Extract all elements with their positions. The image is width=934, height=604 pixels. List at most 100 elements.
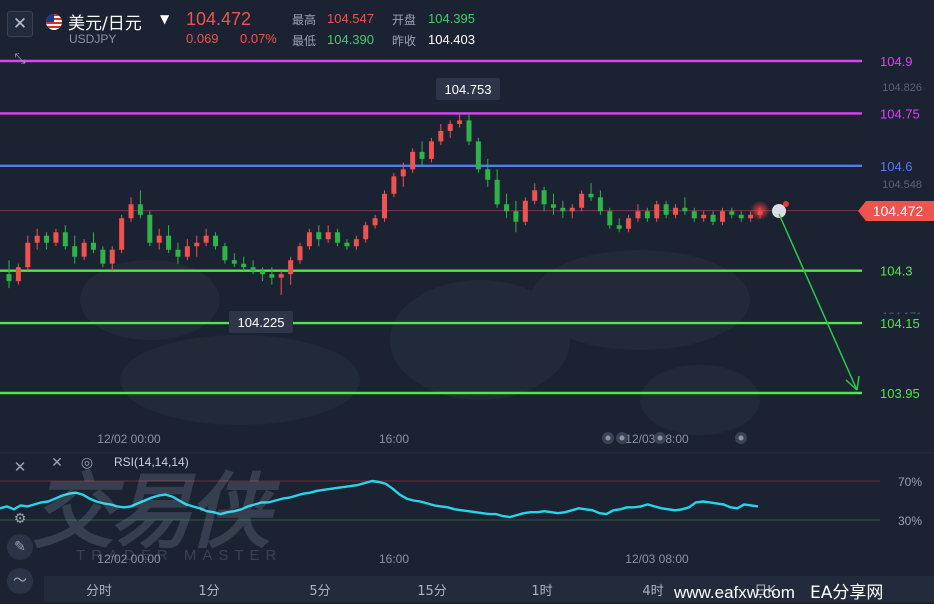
candle-body bbox=[485, 169, 491, 180]
candle-body bbox=[738, 214, 744, 219]
timeframe-tab[interactable]: 5分 bbox=[300, 580, 340, 599]
quote-header: ✕ 美元/日元 ▼ USDJPY 104.472 0.069 0.07% 最高 … bbox=[0, 0, 934, 50]
candle-body bbox=[316, 232, 322, 240]
candle-body bbox=[438, 130, 444, 142]
candle-body bbox=[569, 207, 575, 212]
high-marker: 104.753 bbox=[436, 78, 500, 100]
level-label: 104.75 bbox=[880, 106, 920, 121]
price-change: 0.069 bbox=[186, 31, 219, 46]
level-label: 103.95 bbox=[880, 386, 920, 401]
candle-body bbox=[72, 246, 78, 257]
price-tag-text: 104.472 bbox=[873, 203, 924, 219]
candle-body bbox=[588, 193, 594, 198]
draw-tool-button[interactable]: ✎ bbox=[7, 534, 33, 560]
nav-dot-core bbox=[657, 435, 663, 441]
candle-body bbox=[457, 120, 463, 124]
candle-body bbox=[673, 207, 679, 215]
candle-body bbox=[419, 151, 425, 159]
low-marker-text: 104.225 bbox=[238, 315, 285, 330]
level-label: 104.15 bbox=[880, 316, 920, 331]
open-value: 104.395 bbox=[428, 11, 475, 26]
candle-body bbox=[203, 235, 209, 243]
candle-body bbox=[400, 169, 406, 177]
collapse-arrows-icon: ⤡ bbox=[14, 51, 26, 67]
rsi-settings-icon[interactable]: ◎ bbox=[78, 454, 96, 472]
candle-body bbox=[410, 151, 416, 170]
candle-body bbox=[626, 218, 632, 229]
high-marker-text: 104.753 bbox=[445, 82, 492, 97]
rsi-line bbox=[0, 479, 759, 519]
candle-body bbox=[363, 225, 369, 240]
candle-body bbox=[353, 239, 359, 247]
candle-body bbox=[100, 249, 106, 264]
rsi-panel: RSI(14,14,14) 70% 30% bbox=[0, 452, 934, 528]
time-axis: 12/02 00:00 12/02 00:00 16:00 16:00 12/03 08… bbox=[97, 432, 747, 566]
price-chart[interactable]: 104.826104.548104.171104.9104.75104.6104… bbox=[0, 0, 934, 604]
rsi-30-label: 30% bbox=[898, 514, 922, 528]
candle-body bbox=[522, 200, 528, 222]
close-button[interactable]: ✕ bbox=[7, 11, 33, 37]
candle-body bbox=[241, 263, 247, 268]
footer-site-name: EA分享网 bbox=[810, 583, 884, 603]
candle-body bbox=[691, 211, 697, 219]
candle-body bbox=[447, 123, 453, 131]
candle-body bbox=[213, 235, 219, 247]
candle-body bbox=[541, 190, 547, 205]
candle-body bbox=[147, 214, 153, 243]
current-price-tag: 104.472 bbox=[858, 201, 934, 221]
low-marker: 104.225 bbox=[229, 311, 293, 333]
settings-button[interactable]: ⚙ bbox=[7, 506, 33, 532]
candle-body bbox=[194, 242, 200, 247]
alert-dot bbox=[783, 201, 789, 207]
candle-body bbox=[278, 274, 284, 278]
candle-body bbox=[532, 190, 538, 201]
high-label: 最高 bbox=[292, 13, 317, 27]
candle-body bbox=[710, 214, 716, 222]
candle-body bbox=[682, 207, 688, 212]
candle-body bbox=[325, 232, 331, 240]
candle-body bbox=[719, 211, 725, 222]
timeframe-tab[interactable]: 分时 bbox=[79, 580, 119, 599]
level-label: 104.6 bbox=[880, 159, 913, 174]
candle-body bbox=[391, 176, 397, 194]
chart-app: 104.826104.548104.171104.9104.75104.6104… bbox=[0, 0, 934, 604]
forecast-arrow-line bbox=[778, 213, 858, 391]
rsi-close-icon[interactable]: ✕ bbox=[48, 454, 66, 472]
price-change-pct: 0.07% bbox=[240, 31, 277, 46]
indicator-button[interactable]: 〜 bbox=[7, 568, 33, 594]
timeframe-tab[interactable]: 1时 bbox=[522, 580, 562, 599]
timeframe-tab[interactable]: 1分 bbox=[189, 580, 229, 599]
candle-body bbox=[269, 274, 275, 278]
chevron-down-icon[interactable]: ▼ bbox=[160, 12, 169, 26]
candle-body bbox=[635, 211, 641, 219]
candle-body bbox=[729, 211, 735, 215]
timeframe-tab[interactable]: 15分 bbox=[412, 580, 452, 599]
candle-body bbox=[504, 204, 510, 212]
candle-body bbox=[494, 179, 500, 205]
candle-body bbox=[466, 120, 472, 142]
timeframe-tab[interactable]: 4时 bbox=[633, 580, 673, 599]
symbol-name[interactable]: 美元/日元 bbox=[68, 9, 142, 34]
us-flag-icon bbox=[46, 14, 62, 30]
rsi-title: RSI(14,14,14) bbox=[114, 455, 189, 469]
level-label: 104.3 bbox=[880, 264, 913, 279]
candle-body bbox=[306, 232, 312, 247]
rsi-close-button[interactable]: ✕ bbox=[7, 454, 33, 480]
candle-body bbox=[175, 249, 181, 257]
time-axis-label: 12/03 08:00 bbox=[625, 552, 689, 566]
time-axis-label: 12/02 00:00 bbox=[97, 432, 161, 446]
candle-body bbox=[579, 193, 585, 208]
candle-body bbox=[128, 204, 134, 219]
fullscreen-button[interactable]: ⤡ bbox=[7, 46, 33, 72]
last-price-glow bbox=[750, 200, 770, 221]
candle-body bbox=[15, 267, 21, 282]
prev-close-label: 昨收 bbox=[392, 34, 417, 48]
candle-body bbox=[184, 246, 190, 257]
candle-body bbox=[550, 204, 556, 208]
candle-body bbox=[90, 242, 96, 250]
candle-body bbox=[475, 141, 481, 170]
candle-body bbox=[44, 235, 50, 243]
candle-body bbox=[663, 204, 669, 215]
chart-overlays: 104.753 104.225 104.472 bbox=[229, 78, 934, 391]
candle-body bbox=[62, 232, 68, 247]
